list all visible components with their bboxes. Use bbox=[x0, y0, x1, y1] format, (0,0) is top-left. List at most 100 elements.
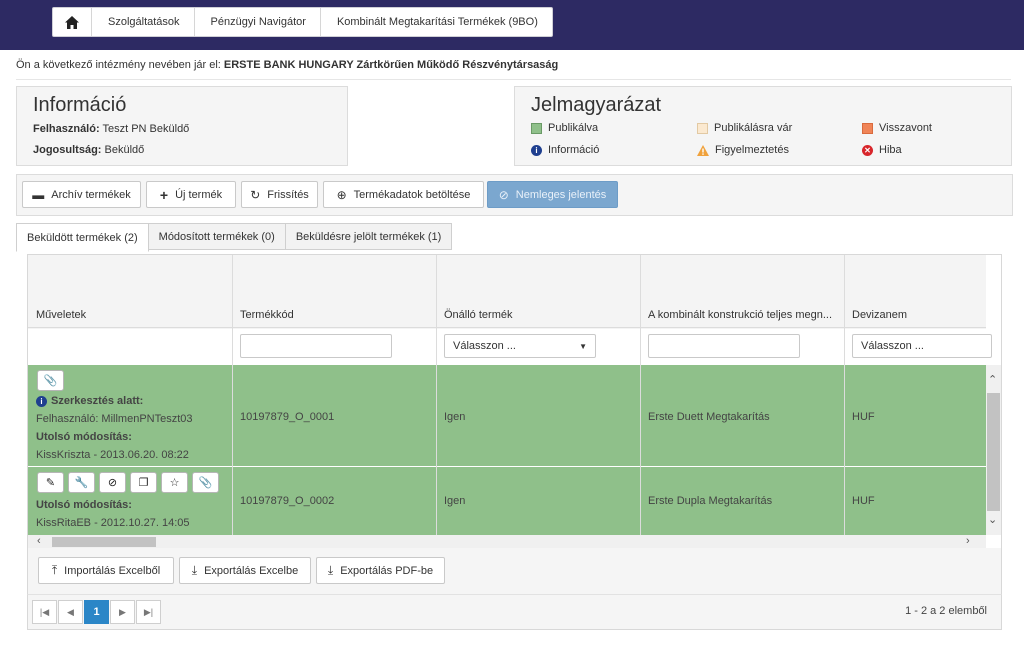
currency-value: HUF bbox=[852, 495, 875, 507]
modified-label: Utolsó módosítás: bbox=[36, 431, 132, 443]
scroll-right-icon[interactable]: › bbox=[966, 535, 970, 547]
divider bbox=[16, 79, 1011, 80]
info-title: Információ bbox=[33, 94, 127, 116]
import-icon: ⤒ bbox=[51, 563, 58, 577]
product-code: 10197879_O_0002 bbox=[240, 495, 335, 507]
new-product-button-label: Új termék bbox=[175, 188, 223, 201]
modified-label: Utolsó módosítás: bbox=[36, 499, 132, 511]
info-role-label: Jogosultság: bbox=[33, 144, 102, 156]
page-number-current[interactable]: 1 bbox=[84, 600, 109, 624]
scroll-left-icon[interactable]: ‹ bbox=[37, 535, 41, 547]
next-page-icon[interactable]: ▶ bbox=[110, 600, 135, 624]
import-excel-label: Importálás Excelből bbox=[64, 564, 161, 577]
paperclip-icon[interactable]: 📎 bbox=[37, 370, 64, 391]
import-excel-button[interactable]: ⤒ Importálás Excelből bbox=[38, 557, 174, 584]
legend-published-label: Publikálva bbox=[548, 122, 599, 134]
table-row[interactable]: ✎ 🔧 ⊘ ❐ ☆ 📎 Utolsó módosítás: KissRitaEB… bbox=[28, 467, 986, 535]
institution-name: ERSTE BANK HUNGARY Zártkörűen Működő Rés… bbox=[223, 59, 559, 71]
legend-published: Publikálva bbox=[531, 122, 598, 134]
editing-user: Felhasználó: MillmenPNTeszt03 bbox=[36, 413, 193, 425]
load-product-data-button[interactable]: ⊕ Termékadatok betöltése bbox=[323, 181, 484, 208]
pager: |◀ ◀ 1 ▶ ▶| 1 - 2 a 2 elemből bbox=[27, 594, 1002, 630]
table-row[interactable]: 📎 i Szerkesztés alatt: Felhasználó: Mill… bbox=[28, 365, 986, 466]
published-swatch-icon bbox=[531, 122, 542, 134]
product-code: 10197879_O_0001 bbox=[240, 411, 335, 423]
product-code-filter-input[interactable] bbox=[240, 334, 392, 358]
first-page-icon[interactable]: |◀ bbox=[32, 600, 57, 624]
wrench-icon[interactable]: 🔧 bbox=[68, 472, 95, 493]
tab-modified-products[interactable]: Módosított termékek (0) bbox=[147, 223, 286, 250]
vertical-scroll-thumb[interactable] bbox=[987, 393, 1000, 511]
header-divider bbox=[28, 327, 986, 328]
legend-pending: Publikálásra vár bbox=[697, 122, 792, 134]
modified-value: KissKriszta - 2013.06.20. 08:22 bbox=[36, 449, 189, 461]
refresh-button-label: Frissítés bbox=[267, 188, 309, 201]
info-user-value: Teszt PN Beküldő bbox=[102, 123, 190, 135]
column-divider bbox=[232, 255, 233, 535]
last-page-icon[interactable]: ▶| bbox=[136, 600, 161, 624]
standalone-filter-select[interactable]: Válasszon ... ▼ bbox=[444, 334, 596, 358]
export-pdf-label: Exportálás PDF-be bbox=[340, 564, 434, 577]
column-divider bbox=[844, 255, 845, 535]
archive-icon: ▬ bbox=[32, 187, 45, 202]
editing-label: Szerkesztés alatt: bbox=[51, 395, 144, 407]
legend-warning: Figyelmeztetés bbox=[697, 144, 789, 156]
new-product-button[interactable]: + Új termék bbox=[146, 181, 236, 208]
horizontal-scrollbar[interactable] bbox=[28, 535, 986, 549]
currency-value: HUF bbox=[852, 411, 875, 423]
scroll-down-icon[interactable]: ⌄ bbox=[988, 513, 997, 526]
info-icon: i bbox=[531, 144, 542, 156]
legend-panel: Jelmagyarázat Publikálva Publikálásra vá… bbox=[514, 86, 1012, 166]
currency-filter-select[interactable]: Válasszon ... bbox=[852, 334, 992, 358]
institution-prefix: Ön a következő intézmény nevében jár el: bbox=[16, 59, 221, 71]
null-report-button[interactable]: ⊘ Nemleges jelentés bbox=[487, 181, 618, 208]
horizontal-scroll-thumb[interactable] bbox=[52, 537, 156, 547]
product-name: Erste Dupla Megtakarítás bbox=[648, 495, 773, 507]
legend-error-label: Hiba bbox=[879, 144, 902, 156]
refresh-icon: ↻ bbox=[250, 187, 261, 202]
refresh-button[interactable]: ↻ Frissítés bbox=[241, 181, 318, 208]
download-icon: ⤓ bbox=[327, 563, 334, 577]
tab-submitted-products[interactable]: Beküldött termékek (2) bbox=[16, 223, 149, 252]
pending-swatch-icon bbox=[697, 122, 708, 134]
star-icon[interactable]: ☆ bbox=[161, 472, 188, 493]
export-excel-button[interactable]: ⤓ Exportálás Excelbe bbox=[179, 557, 311, 584]
scroll-up-icon[interactable]: ⌃ bbox=[988, 373, 997, 386]
column-header-full-name[interactable]: A kombinált konstrukció teljes megn... bbox=[648, 309, 832, 321]
plus-icon: + bbox=[159, 186, 169, 203]
copy-icon[interactable]: ❐ bbox=[130, 472, 157, 493]
revoked-swatch-icon bbox=[862, 122, 873, 134]
ban-icon[interactable]: ⊘ bbox=[99, 472, 126, 493]
column-header-actions[interactable]: Műveletek bbox=[36, 309, 86, 321]
legend-warning-label: Figyelmeztetés bbox=[715, 144, 789, 156]
error-icon: ✕ bbox=[862, 144, 873, 156]
export-pdf-button[interactable]: ⤓ Exportálás PDF-be bbox=[316, 557, 445, 584]
breadcrumb-item-services[interactable]: Szolgáltatások bbox=[92, 8, 195, 36]
legend-pending-label: Publikálásra vár bbox=[714, 122, 793, 134]
product-name: Erste Duett Megtakarítás bbox=[648, 411, 770, 423]
column-header-product-code[interactable]: Termékkód bbox=[240, 309, 294, 321]
info-user: Felhasználó: Teszt PN Beküldő bbox=[33, 123, 189, 135]
column-header-currency[interactable]: Devizanem bbox=[852, 309, 907, 321]
column-divider bbox=[436, 255, 437, 535]
grid-footer: ⤒ Importálás Excelből ⤓ Exportálás Excel… bbox=[27, 548, 1002, 595]
column-header-standalone[interactable]: Önálló termék bbox=[444, 309, 512, 321]
full-name-filter-input[interactable] bbox=[648, 334, 800, 358]
currency-filter-value: Válasszon ... bbox=[861, 340, 924, 352]
prev-page-icon[interactable]: ◀ bbox=[58, 600, 83, 624]
load-product-data-button-label: Termékadatok betöltése bbox=[353, 188, 471, 201]
info-icon: i bbox=[36, 395, 47, 407]
edit-pencil-icon[interactable]: ✎ bbox=[37, 472, 64, 493]
tab-marked-for-submission[interactable]: Beküldésre jelölt termékek (1) bbox=[284, 223, 453, 250]
breadcrumb: Szolgáltatások Pénzügyi Navigátor Kombin… bbox=[52, 7, 553, 37]
breadcrumb-item-current[interactable]: Kombinált Megtakarítási Termékek (9BO) bbox=[321, 8, 552, 36]
home-icon[interactable] bbox=[53, 8, 92, 36]
legend-info-label: Információ bbox=[548, 144, 600, 156]
breadcrumb-item-financial-navigator[interactable]: Pénzügyi Navigátor bbox=[195, 8, 321, 36]
legend-revoked-label: Visszavont bbox=[879, 122, 932, 134]
archive-button[interactable]: ▬ Archív termékek bbox=[22, 181, 141, 208]
paperclip-icon[interactable]: 📎 bbox=[192, 472, 219, 493]
standalone-value: Igen bbox=[444, 411, 466, 423]
legend-title: Jelmagyarázat bbox=[531, 94, 662, 116]
editing-status: i Szerkesztés alatt: bbox=[36, 395, 143, 407]
